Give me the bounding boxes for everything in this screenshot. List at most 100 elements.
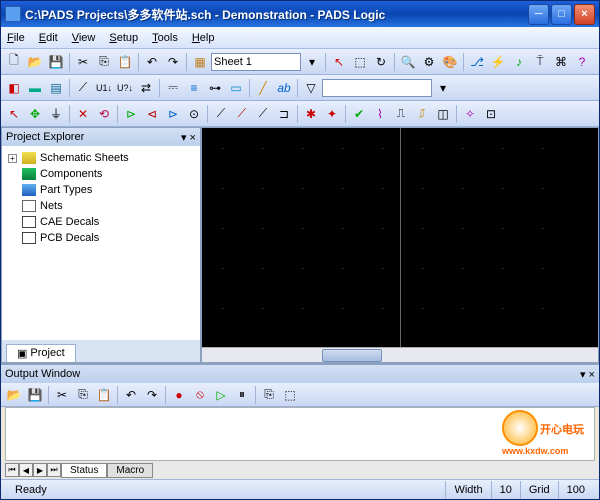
u2-icon[interactable]: U?↓ bbox=[115, 78, 135, 98]
delete-icon[interactable]: ✕ bbox=[73, 104, 93, 124]
tab-first-icon[interactable]: ⏮ bbox=[5, 463, 19, 477]
sym1-icon[interactable]: ⌇ bbox=[370, 104, 390, 124]
out-stop-icon[interactable]: ⦸ bbox=[190, 385, 210, 405]
mark2-icon[interactable]: ✦ bbox=[322, 104, 342, 124]
out-step-icon[interactable]: ⎘ bbox=[259, 385, 279, 405]
pointer-icon[interactable]: ↖ bbox=[4, 104, 24, 124]
close-button[interactable]: × bbox=[574, 4, 595, 25]
net1-icon[interactable]: ⟋ bbox=[211, 104, 231, 124]
bus-icon[interactable]: ≡ bbox=[184, 78, 204, 98]
sym4-icon[interactable]: ◫ bbox=[433, 104, 453, 124]
tree-item-components[interactable]: Components bbox=[4, 166, 198, 182]
tool-a-icon[interactable]: ⎇ bbox=[467, 52, 487, 72]
new-icon[interactable]: 🗋 bbox=[4, 52, 24, 72]
redo-icon[interactable]: ↷ bbox=[163, 52, 183, 72]
filter-drop-icon[interactable]: ▾ bbox=[433, 78, 453, 98]
out-undo-icon[interactable]: ↶ bbox=[121, 385, 141, 405]
junction-icon[interactable]: ⊙ bbox=[184, 104, 204, 124]
save-icon[interactable]: 💾 bbox=[46, 52, 66, 72]
out-copy-icon[interactable]: ⎘ bbox=[73, 385, 93, 405]
schematic-canvas[interactable] bbox=[201, 127, 599, 363]
out-pause-icon[interactable]: ⏸ bbox=[232, 385, 252, 405]
tool-d-icon[interactable]: ⍑ bbox=[530, 52, 550, 72]
menu-setup[interactable]: Setup bbox=[109, 32, 138, 44]
menu-edit[interactable]: Edit bbox=[39, 32, 58, 44]
titlebar[interactable]: C:\PADS Projects\多多软件站.sch - Demonstrati… bbox=[1, 1, 599, 27]
tree-item-cae-decals[interactable]: CAE Decals bbox=[4, 214, 198, 230]
sym3-icon[interactable]: ⎎ bbox=[412, 104, 432, 124]
copy-icon[interactable]: ⎘ bbox=[94, 52, 114, 72]
tab-project[interactable]: ▣Project bbox=[6, 344, 76, 362]
explorer-header[interactable]: Project Explorer ▾ × bbox=[2, 128, 200, 146]
extra2-icon[interactable]: ⊡ bbox=[481, 104, 501, 124]
tab-next-icon[interactable]: ▶ bbox=[33, 463, 47, 477]
chip-icon[interactable]: ▬ bbox=[25, 78, 45, 98]
out-redo-icon[interactable]: ↷ bbox=[142, 385, 162, 405]
out-break-icon[interactable]: ⬚ bbox=[280, 385, 300, 405]
out-save-icon[interactable]: 💾 bbox=[25, 385, 45, 405]
tab-status[interactable]: Status bbox=[61, 463, 107, 478]
cut-icon[interactable]: ✂ bbox=[73, 52, 93, 72]
minimize-button[interactable]: ─ bbox=[528, 4, 549, 25]
tree-item-nets[interactable]: Nets bbox=[4, 198, 198, 214]
tool-e-icon[interactable]: ⌘ bbox=[551, 52, 571, 72]
out-play-icon[interactable]: ▷ bbox=[211, 385, 231, 405]
out-cut-icon[interactable]: ✂ bbox=[52, 385, 72, 405]
output-body[interactable]: 开心电玩 www.kxdw.com bbox=[5, 407, 595, 461]
out-open-icon[interactable]: 📂 bbox=[4, 385, 24, 405]
open-icon[interactable]: 📂 bbox=[25, 52, 45, 72]
ground-icon[interactable]: ⏚ bbox=[46, 104, 66, 124]
search-icon[interactable]: 🔍 bbox=[398, 52, 418, 72]
line-icon[interactable]: ╱ bbox=[253, 78, 273, 98]
mark1-icon[interactable]: ✱ bbox=[301, 104, 321, 124]
sheet-selector[interactable] bbox=[211, 53, 301, 71]
zoom-window-icon[interactable]: ⬚ bbox=[350, 52, 370, 72]
select-icon[interactable]: ↖ bbox=[329, 52, 349, 72]
net2-icon[interactable]: ⟋ bbox=[232, 104, 252, 124]
ic-icon[interactable]: ▤ bbox=[46, 78, 66, 98]
tab-macro[interactable]: Macro bbox=[107, 463, 153, 478]
tab-prev-icon[interactable]: ◀ bbox=[19, 463, 33, 477]
sym2-icon[interactable]: ⎍ bbox=[391, 104, 411, 124]
paste-icon[interactable]: 📋 bbox=[115, 52, 135, 72]
dropdown-icon[interactable]: ▾ bbox=[302, 52, 322, 72]
undo-icon[interactable]: ↶ bbox=[142, 52, 162, 72]
horizontal-scrollbar[interactable] bbox=[202, 347, 598, 362]
tree-item-schematic-sheets[interactable]: +Schematic Sheets bbox=[4, 150, 198, 166]
tree-item-part-types[interactable]: Part Types bbox=[4, 182, 198, 198]
menu-view[interactable]: View bbox=[72, 32, 96, 44]
menu-file[interactable]: File bbox=[7, 32, 25, 44]
pin3-icon[interactable]: ⊳ bbox=[163, 104, 183, 124]
port-icon[interactable]: ⊐ bbox=[274, 104, 294, 124]
output-header[interactable]: Output Window ▾ × bbox=[1, 365, 599, 383]
project-tree[interactable]: +Schematic Sheets Components Part Types … bbox=[2, 146, 200, 340]
tool-c-icon[interactable]: ♪ bbox=[509, 52, 529, 72]
tool-b-icon[interactable]: ⚡ bbox=[488, 52, 508, 72]
u1-icon[interactable]: U1↓ bbox=[94, 78, 114, 98]
options-icon[interactable]: ⚙ bbox=[419, 52, 439, 72]
mode-icon[interactable]: ◧ bbox=[4, 78, 24, 98]
conn-icon[interactable]: ⊶ bbox=[205, 78, 225, 98]
help-icon[interactable]: ? bbox=[572, 52, 592, 72]
extra1-icon[interactable]: ✧ bbox=[460, 104, 480, 124]
refresh-icon[interactable]: ↻ bbox=[371, 52, 391, 72]
sel-icon[interactable]: ▭ bbox=[226, 78, 246, 98]
explorer-pin-icon[interactable]: ▾ × bbox=[181, 131, 196, 144]
expand-icon[interactable]: + bbox=[8, 154, 17, 163]
menu-tools[interactable]: Tools bbox=[152, 32, 178, 44]
scroll-thumb[interactable] bbox=[322, 349, 382, 362]
tree-item-pcb-decals[interactable]: PCB Decals bbox=[4, 230, 198, 246]
palette-icon[interactable]: 🎨 bbox=[440, 52, 460, 72]
text-icon[interactable]: ab bbox=[274, 78, 294, 98]
net3-icon[interactable]: ⟋ bbox=[253, 104, 273, 124]
out-paste-icon[interactable]: 📋 bbox=[94, 385, 114, 405]
menu-help[interactable]: Help bbox=[192, 32, 215, 44]
check-icon[interactable]: ✔ bbox=[349, 104, 369, 124]
output-pin-icon[interactable]: ▾ × bbox=[580, 368, 595, 381]
flip-icon[interactable]: ⇄ bbox=[136, 78, 156, 98]
move-icon[interactable]: ✥ bbox=[25, 104, 45, 124]
wire-icon[interactable]: ⎓ bbox=[163, 78, 183, 98]
sheet-icon[interactable]: ▦ bbox=[190, 52, 210, 72]
rotate-icon[interactable]: ⟲ bbox=[94, 104, 114, 124]
tab-last-icon[interactable]: ⏭ bbox=[47, 463, 61, 477]
